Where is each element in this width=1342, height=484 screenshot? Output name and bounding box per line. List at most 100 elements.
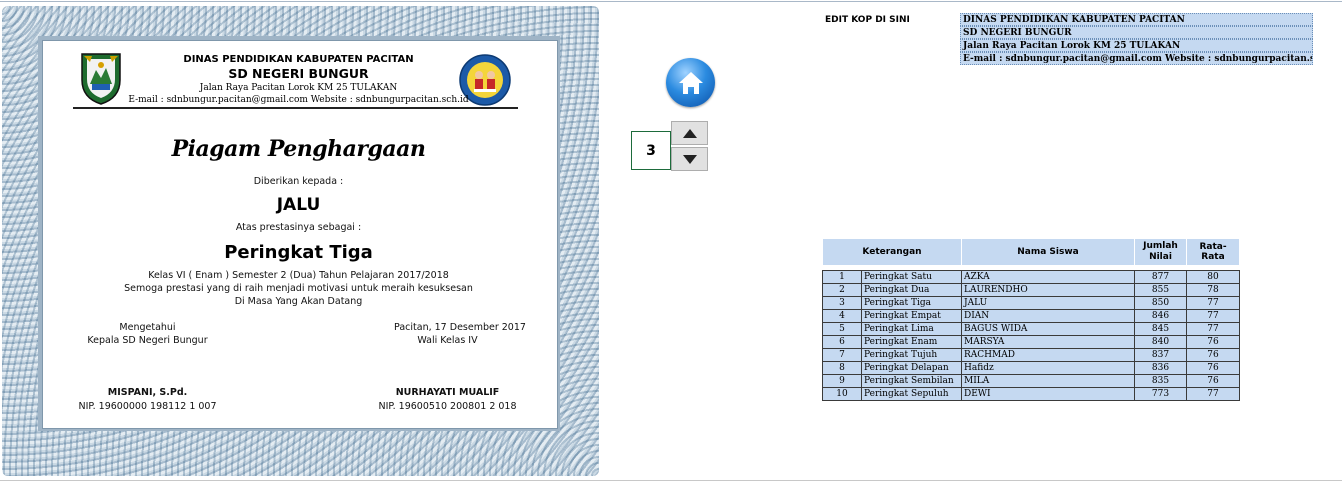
rank-selector-value[interactable]: 3 xyxy=(631,131,671,170)
right-signature-date: Pacitan, 17 Desember 2017 xyxy=(394,322,526,333)
certificate-kop-school: SD NEGERI BUNGUR xyxy=(228,66,369,81)
jumlah-nilai-cell[interactable]: 877 xyxy=(1134,270,1187,284)
rank-number-cell[interactable]: 10 xyxy=(822,387,862,401)
rata-rata-cell[interactable]: 77 xyxy=(1186,322,1240,336)
rank-number-cell[interactable]: 4 xyxy=(822,309,862,323)
rank-number-cell[interactable]: 8 xyxy=(822,361,862,375)
keterangan-cell[interactable]: Peringkat Satu xyxy=(861,270,962,284)
recipient-name: JALU xyxy=(276,195,321,215)
jumlah-nilai-cell[interactable]: 773 xyxy=(1134,387,1187,401)
header-nama-siswa[interactable]: Nama Siswa xyxy=(961,238,1135,266)
rata-rata-cell[interactable]: 80 xyxy=(1186,270,1240,284)
jumlah-nilai-cell[interactable]: 836 xyxy=(1134,361,1187,375)
keterangan-cell[interactable]: Peringkat Lima xyxy=(861,322,962,336)
rata-rata-cell[interactable]: 77 xyxy=(1186,387,1240,401)
table-row: 6 Peringkat Enam MARSYA 840 76 xyxy=(822,335,1240,349)
nama-siswa-cell[interactable]: RACHMAD xyxy=(961,348,1135,362)
sheet-bottom-border xyxy=(0,480,1342,481)
sheet-top-border xyxy=(0,1,1342,2)
left-signature-label1: Mengetahui xyxy=(119,322,176,333)
rank-number-cell[interactable]: 1 xyxy=(822,270,862,284)
given-to-label: Diberikan kepada : xyxy=(253,176,344,187)
left-signature-label2: Kepala SD Negeri Bungur xyxy=(87,335,208,346)
rank-number-cell[interactable]: 6 xyxy=(822,335,862,349)
jumlah-nilai-cell[interactable]: 840 xyxy=(1134,335,1187,349)
left-signature-name: MISPANI, S.Pd. xyxy=(107,387,188,398)
rank-number-cell[interactable]: 5 xyxy=(822,322,862,336)
triangle-up-icon xyxy=(682,128,697,138)
certificate-kop-divider xyxy=(73,107,518,109)
right-signature-label: Wali Kelas IV xyxy=(417,335,478,346)
certificate-kop-agency: DINAS PENDIDIKAN KABUPATEN PACITAN xyxy=(183,54,414,65)
keterangan-cell[interactable]: Peringkat Tujuh xyxy=(861,348,962,362)
rank-number-cell[interactable]: 2 xyxy=(822,283,862,297)
rata-rata-cell[interactable]: 76 xyxy=(1186,361,1240,375)
edit-kop-cell-2[interactable]: SD NEGERI BUNGUR xyxy=(960,26,1313,39)
certificate-detail-line1: Kelas VI ( Enam ) Semester 2 (Dua) Tahun… xyxy=(148,270,449,281)
nama-siswa-cell[interactable]: MILA xyxy=(961,374,1135,388)
nama-siswa-cell[interactable]: LAURENDHO xyxy=(961,283,1135,297)
right-signature-nip: NIP. 19600510 200801 2 018 xyxy=(378,401,517,412)
rata-rata-cell[interactable]: 76 xyxy=(1186,374,1240,388)
nama-siswa-cell[interactable]: BAGUS WIDA xyxy=(961,322,1135,336)
keterangan-cell[interactable]: Peringkat Dua xyxy=(861,283,962,297)
nama-siswa-cell[interactable]: JALU xyxy=(961,296,1135,310)
table-row: 3 Peringkat Tiga JALU 850 77 xyxy=(822,296,1240,310)
keterangan-cell[interactable]: Peringkat Delapan xyxy=(861,361,962,375)
nama-siswa-cell[interactable]: MARSYA xyxy=(961,335,1135,349)
jumlah-nilai-cell[interactable]: 845 xyxy=(1134,322,1187,336)
keterangan-cell[interactable]: Peringkat Sepuluh xyxy=(861,387,962,401)
table-row: 8 Peringkat Delapan Hafidz 836 76 xyxy=(822,361,1240,375)
nama-siswa-cell[interactable]: AZKA xyxy=(961,270,1135,284)
table-row: 10 Peringkat Sepuluh DEWI 773 77 xyxy=(822,387,1240,401)
jumlah-nilai-cell[interactable]: 837 xyxy=(1134,348,1187,362)
header-jumlah-nilai[interactable]: Jumlah Nilai xyxy=(1134,238,1187,266)
keterangan-cell[interactable]: Peringkat Sembilan xyxy=(861,374,962,388)
nama-siswa-cell[interactable]: DIAN xyxy=(961,309,1135,323)
certificate-title: Piagam Penghargaan xyxy=(171,136,426,162)
edit-kop-cell-4[interactable]: E-mail : sdnbungur.pacitan@gmail.com Web… xyxy=(960,52,1313,65)
ranking-header-row: Keterangan Nama Siswa Jumlah Nilai Rata-… xyxy=(822,238,1240,266)
home-button[interactable] xyxy=(666,58,715,107)
rank-number-cell[interactable]: 9 xyxy=(822,374,862,388)
certificate-kop-address: Jalan Raya Pacitan Lorok KM 25 TULAKAN xyxy=(199,83,398,93)
rata-rata-cell[interactable]: 76 xyxy=(1186,348,1240,362)
rata-rata-cell[interactable]: 76 xyxy=(1186,335,1240,349)
nama-siswa-cell[interactable]: DEWI xyxy=(961,387,1135,401)
rank-number-cell[interactable]: 3 xyxy=(822,296,862,310)
certificate-detail-line3: Di Masa Yang Akan Datang xyxy=(234,296,363,307)
edit-kop-label: EDIT KOP DI SINI xyxy=(825,15,910,25)
rank-increment-button[interactable] xyxy=(671,121,708,145)
jumlah-nilai-cell[interactable]: 850 xyxy=(1134,296,1187,310)
table-row: 2 Peringkat Dua LAURENDHO 855 78 xyxy=(822,283,1240,297)
rata-rata-cell[interactable]: 78 xyxy=(1186,283,1240,297)
nama-siswa-cell[interactable]: Hafidz xyxy=(961,361,1135,375)
left-signature-nip: NIP. 19600000 198112 1 007 xyxy=(78,401,217,412)
edit-kop-cell-1[interactable]: DINAS PENDIDIKAN KABUPATEN PACITAN xyxy=(960,13,1313,26)
rata-rata-cell[interactable]: 77 xyxy=(1186,309,1240,323)
header-keterangan[interactable]: Keterangan xyxy=(822,238,962,266)
jumlah-nilai-cell[interactable]: 835 xyxy=(1134,374,1187,388)
table-row: 7 Peringkat Tujuh RACHMAD 837 76 xyxy=(822,348,1240,362)
rata-rata-cell[interactable]: 77 xyxy=(1186,296,1240,310)
certificate-detail-line2: Semoga prestasi yang di raih menjadi mot… xyxy=(124,283,473,294)
rank-number-cell[interactable]: 7 xyxy=(822,348,862,362)
achievement-title: Peringkat Tiga xyxy=(224,242,373,263)
keterangan-cell[interactable]: Peringkat Empat xyxy=(861,309,962,323)
jumlah-nilai-cell[interactable]: 855 xyxy=(1134,283,1187,297)
edit-kop-cell-3[interactable]: Jalan Raya Pacitan Lorok KM 25 TULAKAN xyxy=(960,39,1313,52)
keterangan-cell[interactable]: Peringkat Enam xyxy=(861,335,962,349)
triangle-down-icon xyxy=(682,154,697,164)
rank-decrement-button[interactable] xyxy=(671,147,708,171)
header-rata-rata[interactable]: Rata-Rata xyxy=(1186,238,1240,266)
table-row: 9 Peringkat Sembilan MILA 835 76 xyxy=(822,374,1240,388)
jumlah-nilai-cell[interactable]: 846 xyxy=(1134,309,1187,323)
home-icon xyxy=(678,71,703,94)
table-row: 1 Peringkat Satu AZKA 877 80 xyxy=(822,270,1240,284)
keterangan-cell[interactable]: Peringkat Tiga xyxy=(861,296,962,310)
ranking-table: Keterangan Nama Siswa Jumlah Nilai Rata-… xyxy=(822,238,1240,401)
table-row: 4 Peringkat Empat DIAN 846 77 xyxy=(822,309,1240,323)
certificate-kop-contact: E-mail : sdnbungur.pacitan@gmail.com Web… xyxy=(128,95,469,105)
achievement-label: Atas prestasinya sebagai : xyxy=(235,222,362,233)
right-signature-name: NURHAYATI MUALIF xyxy=(395,387,500,398)
